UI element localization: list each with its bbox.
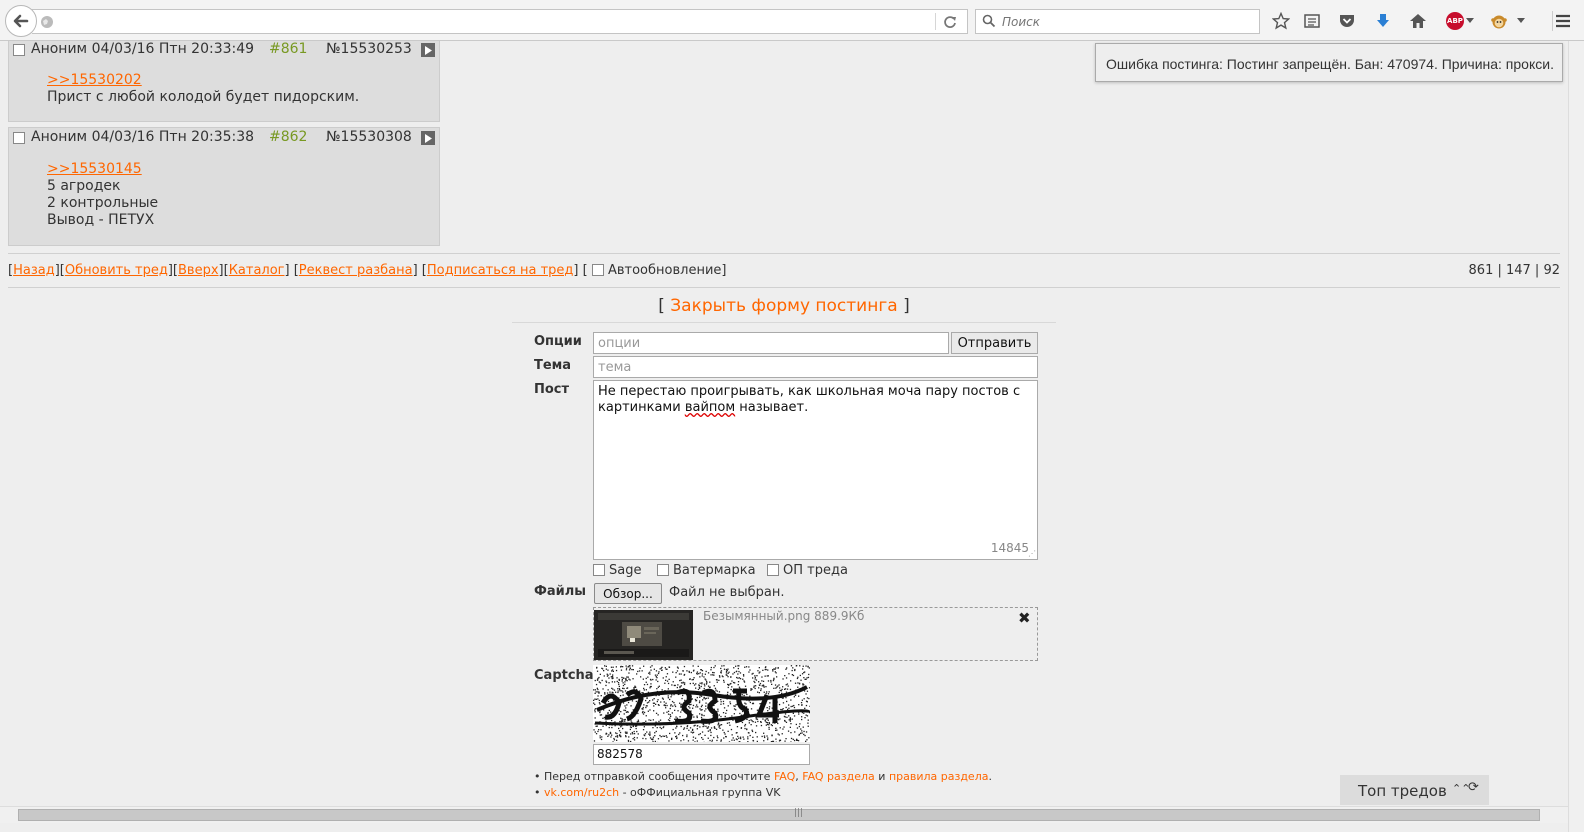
captcha-label: Captcha [534, 668, 594, 683]
post-header: Аноним 04/03/16 Птн 20:33:49 #861 №15530… [9, 41, 439, 61]
watermark-option[interactable]: Ватермарка [657, 563, 756, 578]
file-thumbnail[interactable] [594, 610, 693, 660]
op-option[interactable]: ОП треда [767, 563, 848, 578]
post-body: >>15530202 Прист с любой колодой будет п… [47, 72, 359, 106]
nav-catalog-link[interactable]: Каталог [229, 263, 285, 278]
posting-error-notice: Ошибка постинга: Постинг запрещён. Бан: … [1095, 43, 1563, 82]
reply-link[interactable]: >>15530202 [47, 72, 142, 88]
post-expand-icon[interactable] [421, 131, 435, 145]
download-icon[interactable] [1373, 11, 1393, 31]
subject-label: Тема [534, 358, 572, 373]
post-meta: Аноним 04/03/16 Птн 20:33:49 [31, 41, 254, 57]
pocket-icon[interactable] [1337, 11, 1357, 31]
close-form-link[interactable]: Закрыть форму постинга [670, 296, 897, 316]
sage-checkbox[interactable] [593, 564, 605, 576]
arrow-left-icon [13, 14, 29, 28]
attached-file: Безымянный.png 889.9Кб ✖ [593, 607, 1038, 661]
autoupdate-label: Автообновление [607, 263, 722, 278]
top-threads-label: Топ тредов [1358, 782, 1447, 800]
post-text-line: Вывод - ПЕТУХ [47, 212, 155, 228]
captcha-image[interactable] [593, 665, 810, 742]
vk-line: • vk.com/ru2ch - оФФициальная группа VK [534, 786, 781, 799]
thread-nav: [Назад][Обновить тред][Вверх][Каталог] [… [8, 263, 727, 280]
post-id[interactable]: №15530308 [326, 129, 412, 145]
search-bar[interactable] [975, 9, 1260, 34]
post-text-line: 2 контрольные [47, 195, 159, 211]
options-input[interactable]: опции [593, 332, 949, 354]
greasemonkey-dropdown-icon[interactable] [1516, 11, 1526, 31]
op-checkbox[interactable] [767, 564, 779, 576]
no-file-text: Файл не выбран. [669, 585, 785, 600]
post-author: Аноним [31, 129, 88, 145]
faq-section-link[interactable]: FAQ раздела [802, 770, 875, 783]
options-label: Опции [534, 334, 582, 349]
reload-icon[interactable] [942, 14, 958, 34]
horizontal-scroll-thumb[interactable]: ||| [18, 808, 1540, 821]
post-expand-icon[interactable] [421, 43, 435, 57]
watermark-checkbox[interactable] [657, 564, 669, 576]
bookmark-star-icon[interactable] [1271, 11, 1291, 31]
menu-icon[interactable] [1553, 11, 1573, 31]
file-name: Безымянный.png 889.9Кб [703, 609, 865, 623]
post-select-checkbox[interactable] [13, 132, 25, 144]
faq-link[interactable]: FAQ [774, 770, 795, 783]
search-icon [982, 14, 996, 32]
divider [8, 287, 1560, 288]
url-bar[interactable] [32, 9, 968, 34]
thread-post: Аноним 04/03/16 Птн 20:33:49 #861 №15530… [8, 41, 440, 122]
misspelled-word: вайпом [684, 400, 736, 415]
nav-up-link[interactable]: Вверх [178, 263, 219, 278]
rules-link[interactable]: правила раздела [889, 770, 989, 783]
greasemonkey-icon[interactable] [1489, 11, 1509, 31]
post-meta: Аноним 04/03/16 Птн 20:35:38 [31, 129, 254, 145]
remove-file-icon[interactable]: ✖ [1018, 609, 1031, 627]
adblock-dropdown-icon[interactable] [1465, 11, 1475, 31]
post-number[interactable]: #861 [269, 41, 307, 57]
nav-back-link[interactable]: Назад [13, 263, 55, 278]
reply-link[interactable]: >>15530145 [47, 161, 142, 177]
post-textarea[interactable]: Не перестаю проигрывать, как школьная мо… [593, 380, 1038, 560]
post-select-checkbox[interactable] [13, 44, 25, 56]
autoupdate-checkbox[interactable] [591, 264, 604, 280]
home-icon[interactable] [1408, 11, 1428, 31]
close-form-toggle: [ Закрыть форму постинга ] [658, 296, 910, 316]
post-text-line: 5 агродек [47, 178, 121, 194]
browser-toolbar: ABP [0, 0, 1584, 41]
sage-option[interactable]: Sage [593, 563, 641, 578]
post-author: Аноним [31, 41, 88, 57]
search-input[interactable] [1000, 12, 1250, 31]
bookmarks-list-icon[interactable] [1302, 11, 1322, 31]
top-threads-button[interactable]: Топ тредов ⌃⌃ ⟳ [1340, 775, 1489, 805]
nav-refresh-link[interactable]: Обновить тред [65, 263, 168, 278]
post-text-line: Прист с любой колодой будет пидорским. [47, 89, 360, 105]
nav-subscribe-link[interactable]: Подписаться на тред [427, 263, 574, 278]
post-date: 04/03/16 Птн 20:35:38 [91, 129, 255, 145]
back-button[interactable] [5, 5, 37, 37]
rules-line: • Перед отправкой сообщения прочтите FAQ… [534, 770, 992, 783]
captcha-input[interactable]: 882578 [593, 744, 810, 765]
post-body: >>15530145 5 агродек 2 контрольные Вывод… [47, 161, 158, 229]
post-date: 04/03/16 Птн 20:33:49 [91, 41, 255, 57]
files-label: Файлы [534, 584, 587, 599]
thread-stats: 861 | 147 | 92 [1468, 263, 1560, 278]
url-separator [935, 13, 936, 30]
vertical-scrollbar[interactable] [1568, 41, 1584, 832]
horizontal-scrollbar[interactable]: ||| [0, 806, 1568, 823]
adblock-plus-icon[interactable]: ABP [1445, 11, 1465, 31]
post-header: Аноним 04/03/16 Птн 20:35:38 #862 №15530… [9, 129, 439, 149]
resize-grip-icon[interactable]: ⋰ [1028, 550, 1036, 558]
browse-button[interactable]: Обзор... [594, 583, 662, 604]
refresh-icon[interactable]: ⟳ [1468, 780, 1479, 795]
globe-icon [40, 15, 54, 33]
post-label: Пост [534, 382, 570, 397]
thread-post: Аноним 04/03/16 Птн 20:35:38 #862 №15530… [8, 127, 440, 246]
char-counter: 14845 [990, 541, 1029, 555]
post-id[interactable]: №15530253 [326, 41, 412, 57]
vk-link[interactable]: vk.com/ru2ch [544, 786, 619, 799]
divider [8, 253, 1560, 254]
post-number[interactable]: #862 [269, 129, 307, 145]
send-button[interactable]: Отправить [951, 332, 1038, 354]
subject-input[interactable]: тема [593, 356, 1038, 378]
nav-unban-request-link[interactable]: Реквест разбана [299, 263, 413, 278]
